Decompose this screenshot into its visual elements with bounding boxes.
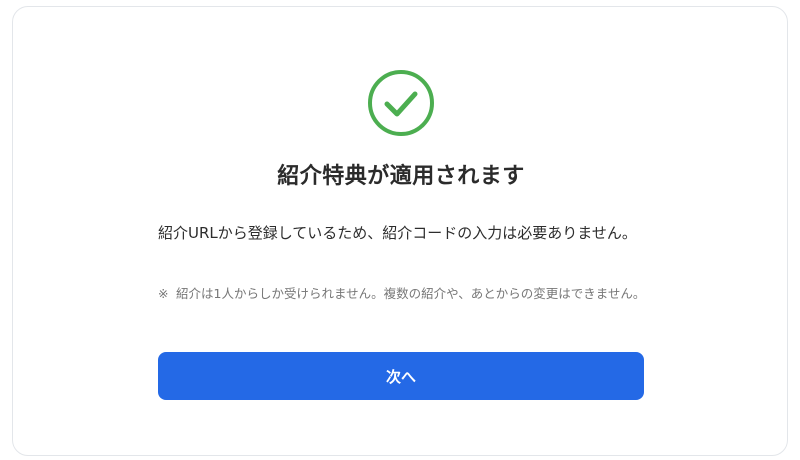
dialog-message: 紹介URLから登録しているため、紹介コードの入力は必要ありません。 [158, 224, 637, 242]
dialog-title: 紹介特典が適用されます [277, 164, 525, 189]
note-mark: ※ [158, 286, 169, 301]
note-text: 紹介は1人からしか受けられません。複数の紹介や、あとからの変更はできません。 [176, 286, 646, 301]
check-circle-icon [367, 69, 435, 137]
dialog-note: ※ 紹介は1人からしか受けられません。複数の紹介や、あとからの変更はできません。 [158, 283, 648, 304]
referral-dialog-card: 紹介特典が適用されます 紹介URLから登録しているため、紹介コードの入力は必要あ… [12, 6, 788, 456]
next-button[interactable]: 次へ [158, 352, 644, 400]
